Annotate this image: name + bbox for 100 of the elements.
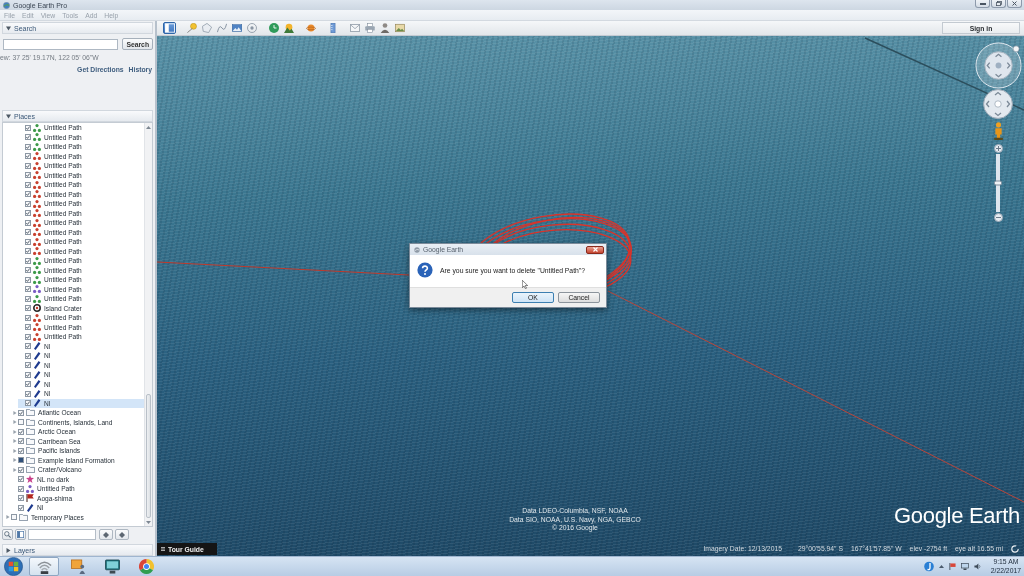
- checkbox[interactable]: [25, 210, 31, 217]
- checkbox[interactable]: [18, 409, 24, 416]
- checkbox[interactable]: [18, 428, 24, 435]
- toolbar-button[interactable]: [282, 22, 295, 34]
- diamond-icon: [119, 531, 125, 538]
- move-up-button[interactable]: [99, 529, 113, 540]
- find-button[interactable]: [2, 529, 13, 540]
- pegman-icon[interactable]: [993, 122, 1003, 140]
- checkbox[interactable]: [25, 333, 31, 340]
- expand-caret-icon[interactable]: [12, 410, 17, 415]
- search-field[interactable]: [3, 38, 119, 50]
- checkbox[interactable]: [18, 485, 24, 492]
- panel-icon: [164, 23, 175, 33]
- scroll-down-button[interactable]: [145, 518, 152, 526]
- checkbox[interactable]: [18, 457, 24, 464]
- checkbox[interactable]: [25, 229, 31, 236]
- checkbox[interactable]: [25, 134, 31, 141]
- expand-caret-icon[interactable]: [12, 467, 17, 472]
- checkbox[interactable]: [25, 238, 31, 245]
- close-button[interactable]: [586, 245, 604, 254]
- scroll-up-button[interactable]: [145, 123, 152, 131]
- checkbox[interactable]: [18, 447, 24, 454]
- sunrise-icon: [283, 23, 294, 33]
- toolbar-button[interactable]: [230, 22, 243, 34]
- checkbox[interactable]: [25, 343, 31, 350]
- checkbox[interactable]: [25, 248, 31, 255]
- expand-caret-icon[interactable]: [12, 448, 17, 453]
- checkbox[interactable]: [25, 362, 31, 369]
- close-icon: [1012, 1, 1017, 6]
- checkbox[interactable]: [25, 381, 31, 388]
- zoom-out-button[interactable]: [993, 213, 1003, 222]
- checkbox[interactable]: [11, 514, 17, 521]
- checkbox[interactable]: [18, 466, 24, 473]
- checkbox[interactable]: [18, 495, 24, 502]
- move-control[interactable]: [983, 89, 1013, 119]
- checkbox[interactable]: [25, 286, 31, 293]
- minimize-button[interactable]: [975, 0, 990, 8]
- checkbox[interactable]: [25, 267, 31, 274]
- expand-caret-icon[interactable]: [12, 429, 17, 434]
- toolbar-button[interactable]: [393, 22, 406, 34]
- checkbox[interactable]: [25, 200, 31, 207]
- tray-expand-button[interactable]: [938, 565, 944, 568]
- checkbox[interactable]: [25, 400, 31, 407]
- checkbox[interactable]: [25, 181, 31, 188]
- filter-field[interactable]: [28, 529, 96, 540]
- toolbar-button[interactable]: [215, 22, 228, 34]
- restore-button[interactable]: [991, 0, 1006, 8]
- minimize-icon: [979, 2, 986, 5]
- action-center-button[interactable]: [948, 563, 956, 570]
- presentation-icon: [70, 559, 86, 574]
- checkbox[interactable]: [25, 191, 31, 198]
- expand-caret-icon[interactable]: [12, 420, 17, 425]
- checkbox[interactable]: [25, 305, 31, 312]
- toolbar-button[interactable]: [363, 22, 376, 34]
- globe-icon: [414, 246, 420, 253]
- zoom-slider-thumb[interactable]: [994, 180, 1002, 186]
- diamond-icon: [103, 531, 109, 538]
- checkbox[interactable]: [18, 476, 24, 483]
- checkbox[interactable]: [25, 162, 31, 169]
- checkbox[interactable]: [25, 324, 31, 331]
- network-button[interactable]: [960, 563, 969, 570]
- ring-icon: [33, 304, 41, 313]
- taskbar-app-button[interactable]: [29, 557, 59, 576]
- checkbox[interactable]: [25, 390, 31, 397]
- toolbar-button[interactable]: [163, 22, 176, 34]
- polygon-icon: [201, 23, 212, 33]
- checkbox[interactable]: [25, 257, 31, 264]
- look-control[interactable]: [974, 42, 1022, 89]
- toolbar-button[interactable]: [267, 22, 280, 34]
- scrollbar-thumb[interactable]: [146, 394, 151, 518]
- start-button[interactable]: [2, 557, 24, 576]
- checkbox[interactable]: [25, 172, 31, 179]
- expand-caret-icon[interactable]: [5, 515, 10, 520]
- checkbox[interactable]: [25, 276, 31, 283]
- j-badge-icon: [923, 561, 934, 572]
- toolbar-button[interactable]: [378, 22, 391, 34]
- checkbox[interactable]: [25, 295, 31, 302]
- checkbox[interactable]: [18, 504, 24, 511]
- expand-caret-icon[interactable]: [12, 458, 17, 463]
- flag-icon: [26, 494, 34, 503]
- expand-caret-icon[interactable]: [12, 439, 17, 444]
- checkbox[interactable]: [25, 314, 31, 321]
- close-button[interactable]: [1007, 0, 1022, 8]
- checkbox[interactable]: [25, 371, 31, 378]
- zoom-in-button[interactable]: [993, 144, 1003, 153]
- checkbox[interactable]: [18, 438, 24, 445]
- toolbar-button[interactable]: [245, 22, 258, 34]
- checkbox[interactable]: [25, 143, 31, 150]
- checkbox[interactable]: [25, 352, 31, 359]
- checkbox[interactable]: [25, 124, 31, 131]
- move-down-button[interactable]: [115, 529, 129, 540]
- toolbar-button[interactable]: [304, 22, 317, 34]
- tray-app-button[interactable]: [923, 561, 934, 572]
- monitor-icon: [104, 559, 120, 574]
- volume-button[interactable]: [973, 563, 981, 570]
- checkbox[interactable]: [25, 219, 31, 226]
- checkbox[interactable]: [25, 153, 31, 160]
- person-icon: [379, 23, 390, 33]
- panel-toggle-button[interactable]: [15, 529, 26, 540]
- checkbox[interactable]: [18, 419, 24, 426]
